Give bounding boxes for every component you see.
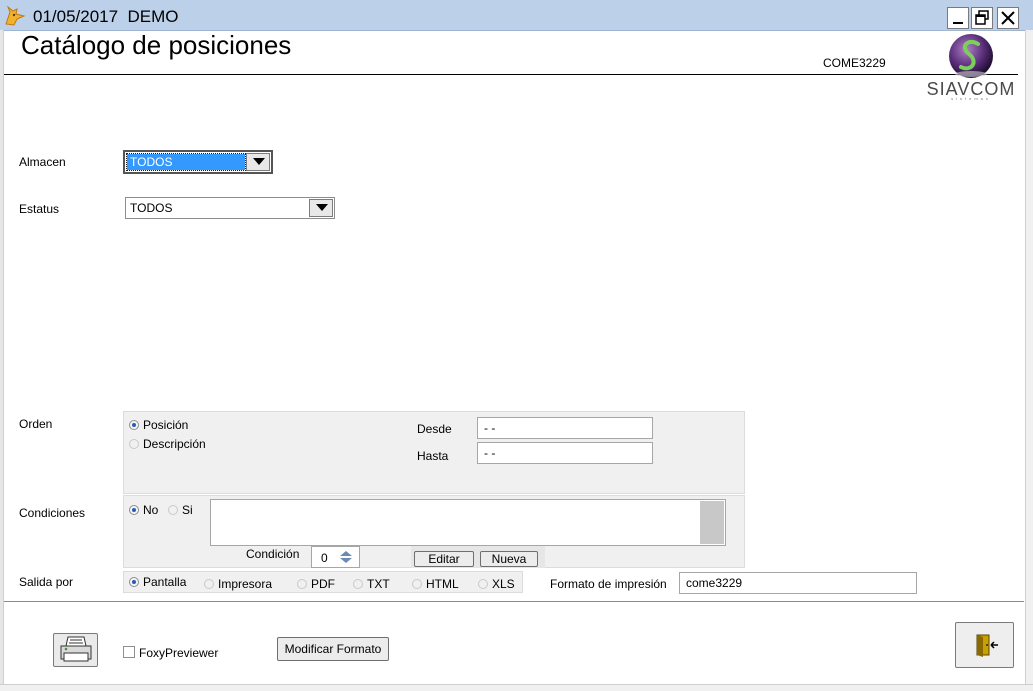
almacen-dropdown-button[interactable] [246, 153, 270, 171]
radio-dot [129, 577, 139, 587]
nueva-button[interactable]: Nueva [480, 551, 538, 567]
close-button[interactable] [997, 7, 1019, 29]
window-frame-left [0, 30, 4, 690]
salida-xls-radio[interactable]: XLS [478, 577, 515, 591]
salida-xls-label: XLS [492, 577, 515, 591]
almacen-select[interactable]: TODOS [123, 150, 273, 174]
orden-panel: Posición Descripción Desde - - Hasta - - [123, 411, 745, 494]
radio-dot [204, 579, 214, 589]
condiciones-no-radio[interactable]: No [129, 503, 158, 517]
logo-subtext: sistemas [951, 96, 991, 101]
foxypreviewer-label: FoxyPreviewer [139, 646, 219, 660]
printer-icon [60, 636, 92, 662]
orden-label: Orden [19, 417, 53, 431]
orden-descripcion-radio[interactable]: Descripción [129, 437, 206, 451]
almacen-value: TODOS [130, 155, 173, 169]
salida-panel: Pantalla Impresora PDF TXT HTML XLS [123, 571, 523, 593]
editar-button[interactable]: Editar [414, 551, 474, 567]
salida-impresora-label: Impresora [218, 577, 273, 591]
estatus-dropdown-button[interactable] [309, 199, 333, 217]
salida-label: Salida por [19, 575, 74, 589]
salida-html-label: HTML [426, 577, 459, 591]
salida-txt-label: TXT [367, 577, 390, 591]
print-button[interactable] [53, 633, 98, 667]
close-icon [1001, 11, 1015, 25]
siavcom-logo: SIAVCOM sistemas [925, 34, 1017, 102]
window-title: 01/05/2017 DEMO [33, 7, 179, 26]
radio-dot [129, 505, 139, 515]
minimize-icon [953, 22, 963, 24]
radio-dot [129, 420, 139, 430]
exit-button[interactable] [955, 622, 1014, 668]
condicion-label: Condición [246, 547, 300, 561]
restore-button[interactable] [971, 7, 993, 29]
exit-door-icon [976, 634, 998, 657]
salida-pdf-label: PDF [311, 577, 335, 591]
condiciones-no-label: No [143, 503, 159, 517]
radio-dot [129, 439, 139, 449]
radio-dot [297, 579, 307, 589]
radio-dot [353, 579, 363, 589]
estatus-label: Estatus [19, 202, 60, 216]
estatus-select[interactable]: TODOS [125, 197, 335, 219]
radio-dot [412, 579, 422, 589]
hasta-label: Hasta [417, 449, 449, 463]
condiciones-textarea[interactable] [210, 499, 726, 546]
orden-posicion-label: Posición [143, 418, 189, 432]
restore-icon [975, 10, 989, 25]
condiciones-label: Condiciones [19, 506, 86, 520]
minimize-button[interactable] [947, 7, 969, 29]
chevron-down-icon [253, 158, 265, 165]
title-bar: 01/05/2017 DEMO [0, 0, 1033, 31]
formato-label: Formato de impresión [550, 577, 667, 591]
radio-dot [168, 505, 178, 515]
condicion-spinner[interactable]: 0 [311, 546, 360, 568]
desde-input[interactable]: - - [477, 417, 653, 439]
title-divider [4, 74, 1018, 75]
footer-divider [4, 601, 1024, 602]
salida-html-radio[interactable]: HTML [412, 577, 459, 591]
salida-pantalla-radio[interactable]: Pantalla [129, 575, 186, 589]
salida-impresora-radio[interactable]: Impresora [204, 577, 272, 591]
condicion-value: 0 [321, 551, 328, 565]
condiciones-scrollbar[interactable] [700, 501, 724, 544]
hasta-input[interactable]: - - [477, 442, 653, 464]
condiciones-si-label: Si [182, 503, 193, 517]
estatus-value: TODOS [130, 201, 173, 215]
chevron-down-icon [316, 204, 328, 211]
radio-dot [478, 579, 488, 589]
salida-pantalla-label: Pantalla [143, 575, 187, 589]
app-fox-icon [4, 5, 26, 26]
modificar-formato-button[interactable]: Modificar Formato [277, 637, 389, 661]
window-frame-right [1025, 30, 1033, 690]
desde-label: Desde [417, 422, 452, 436]
spinner-arrows-icon[interactable] [336, 549, 356, 565]
orden-posicion-radio[interactable]: Posición [129, 418, 188, 432]
orden-descripcion-label: Descripción [143, 437, 206, 451]
salida-txt-radio[interactable]: TXT [353, 577, 390, 591]
form-code: COME3229 [823, 56, 886, 70]
condiciones-si-radio[interactable]: Si [168, 503, 193, 517]
page-title: Catálogo de posiciones [21, 30, 292, 60]
formato-input[interactable]: come3229 [679, 572, 917, 594]
salida-pdf-radio[interactable]: PDF [297, 577, 335, 591]
foxypreviewer-checkbox[interactable] [123, 646, 135, 658]
almacen-label: Almacen [19, 155, 66, 169]
condiciones-panel: No Si Condición 0 Editar Nueva [123, 495, 745, 568]
